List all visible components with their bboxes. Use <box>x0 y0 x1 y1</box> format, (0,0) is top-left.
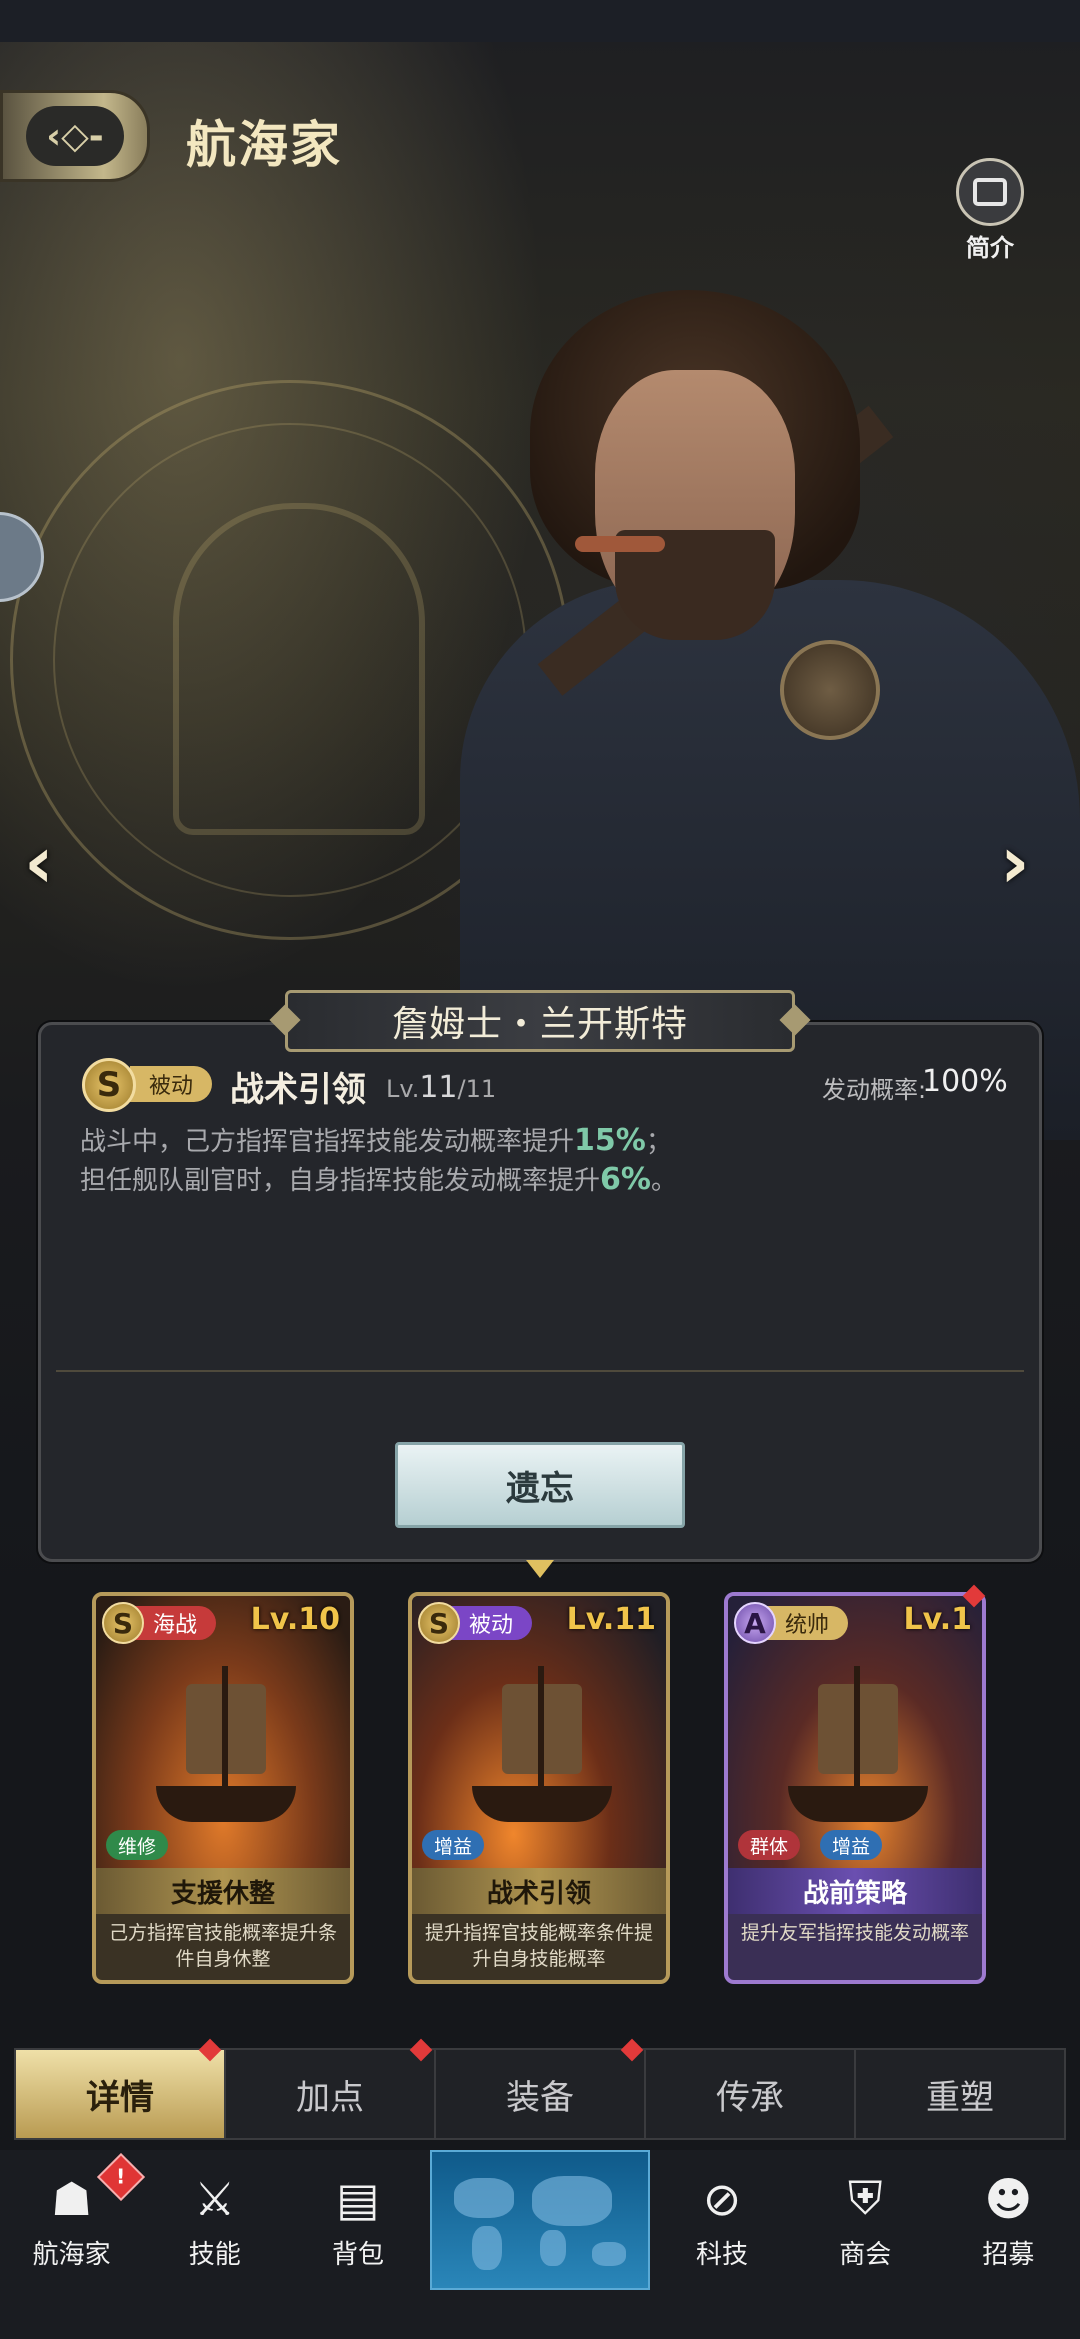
alert-badge-icon: ! <box>96 2152 146 2202</box>
intro-button[interactable]: 简介 <box>950 158 1030 263</box>
skill-grade-badge: S <box>82 1058 136 1112</box>
tab-details[interactable]: 详情 <box>16 2050 226 2138</box>
tab-reshape[interactable]: 重塑 <box>856 2050 1064 2138</box>
map-continent <box>539 2230 566 2266</box>
back-button[interactable]: ‹◇- <box>0 90 150 182</box>
card-level: Lv.11 <box>566 1602 656 1637</box>
trigger-rate-value: 100% <box>922 1064 1008 1099</box>
next-arrow-icon[interactable]: › <box>1000 820 1030 904</box>
bottom-navigation: ☗ 航海家 ! ⚔ 技能 ▤ 背包 ⊘ 科技 ⛨ 商会 ☻ 招募 <box>0 2150 1080 2339</box>
card-grade-badge: S <box>418 1602 460 1644</box>
map-continent <box>531 2176 612 2226</box>
card-skill-name: 战术引领 <box>412 1868 666 1914</box>
nav-world-map[interactable] <box>429 2150 651 2290</box>
card-description: 己方指挥官技能概率提升条件自身休整 <box>108 1922 337 1970</box>
card-tag: 增益 <box>422 1830 485 1860</box>
nav-label: 技能 <box>188 2239 241 2270</box>
nav-guild[interactable]: ⛨ 商会 <box>794 2150 937 2290</box>
map-continent <box>591 2242 626 2266</box>
nav-technology[interactable]: ⊘ 科技 <box>650 2150 793 2290</box>
level-max: /11 <box>457 1075 497 1103</box>
guild-shield-icon: ⛨ <box>847 2170 883 2225</box>
card-tag: 维修 <box>106 1830 169 1860</box>
desc-value: 6% <box>600 1162 651 1197</box>
card-type-badge: 被动 <box>450 1606 532 1640</box>
desc-text: ； <box>645 1127 672 1157</box>
desc-value: 15% <box>574 1123 646 1158</box>
nav-label: 背包 <box>332 2239 385 2270</box>
card-grade-badge: S <box>102 1602 144 1644</box>
card-description: 提升指挥官技能概率条件提升自身技能概率 <box>424 1922 653 1970</box>
recruit-icon: ☻ <box>984 2171 1033 2226</box>
card-grade-badge: A <box>734 1602 776 1644</box>
ship-illustration <box>788 1666 928 1826</box>
card-skill-name: 战前策略 <box>728 1868 982 1914</box>
tab-points[interactable]: 加点 <box>226 2050 436 2138</box>
nav-label: 招募 <box>982 2239 1035 2270</box>
desc-line-2: 担任舰队副官时，自身指挥技能发动概率提升6%。 <box>80 1161 1000 1200</box>
selected-card-pointer <box>526 1560 554 1578</box>
nav-skills[interactable]: ⚔ 技能 <box>143 2150 286 2290</box>
card-skill-name: 支援休整 <box>96 1868 350 1914</box>
skill-level: Lv.11/11 <box>386 1070 496 1105</box>
card-description: 提升友军指挥技能发动概率 <box>740 1922 969 1944</box>
portrait-medal <box>780 640 880 740</box>
skill-description: 战斗中，己方指挥官指挥技能发动概率提升15%； 担任舰队副官时，自身指挥技能发动… <box>80 1122 1000 1200</box>
skill-name: 战术引领 <box>230 1070 366 1110</box>
detail-tabs: 详情 加点 装备 传承 重塑 <box>14 2048 1066 2140</box>
desc-text: 担任舰队副官时，自身指挥技能发动概率提升 <box>80 1166 601 1196</box>
desc-text: 战斗中，己方指挥官指挥技能发动概率提升 <box>80 1127 575 1157</box>
card-level: Lv.10 <box>250 1602 340 1637</box>
intro-label: 简介 <box>966 234 1014 262</box>
hero-detail-screen: ‹◇- 航海家 简介 ‹ › 詹姆士・兰开斯特 S 被动 战术引领 Lv.11/… <box>0 0 1080 2339</box>
document-icon <box>956 158 1024 226</box>
nav-navigator[interactable]: ☗ 航海家 ! <box>0 2150 146 2290</box>
previous-arrow-icon[interactable]: ‹ <box>24 820 54 904</box>
commander-name-banner: 詹姆士・兰开斯特 <box>285 990 795 1052</box>
card-type-badge: 海战 <box>134 1606 216 1640</box>
card-tag: 增益 <box>820 1830 883 1860</box>
nav-label: 航海家 <box>32 2239 111 2270</box>
card-level: Lv.1 <box>903 1602 973 1637</box>
card-tag: 群体 <box>738 1830 801 1860</box>
ship-illustration <box>156 1666 296 1826</box>
nav-recruit[interactable]: ☻ 招募 <box>937 2150 1080 2290</box>
map-continent <box>453 2178 514 2218</box>
tech-icon: ⊘ <box>702 2171 742 2226</box>
level-current: 11 <box>419 1070 458 1105</box>
nav-label: 商会 <box>839 2239 892 2270</box>
forget-skill-button[interactable]: 遗忘 <box>395 1442 685 1528</box>
status-bar <box>0 0 1080 42</box>
popup-divider <box>56 1370 1024 1372</box>
card-type-badge: 统帅 <box>766 1606 848 1640</box>
nav-label: 科技 <box>696 2239 749 2270</box>
skill-card-selected[interactable]: S 被动 Lv.11 增益 战术引领 提升指挥官技能概率条件提升自身技能概率 <box>408 1592 670 1984</box>
desc-line-1: 战斗中，己方指挥官指挥技能发动概率提升15%； <box>80 1122 1000 1161</box>
trigger-rate-label: 发动概率: <box>822 1076 927 1104</box>
skill-card[interactable]: A 统帅 Lv.1 群体 增益 战前策略 提升友军指挥技能发动概率 <box>724 1592 986 1984</box>
ship-illustration <box>472 1666 612 1826</box>
back-arrow-icon: ‹◇- <box>26 106 124 166</box>
nav-backpack[interactable]: ▤ 背包 <box>286 2150 429 2290</box>
commander-name: 詹姆士・兰开斯特 <box>391 1004 688 1045</box>
portrait-cigar <box>575 536 665 552</box>
map-continent <box>471 2226 502 2270</box>
page-title: 航海家 <box>186 115 342 174</box>
skill-type-badge: 被动 <box>130 1066 212 1102</box>
captain-hat-icon: ☗ <box>50 2171 93 2226</box>
backpack-icon: ▤ <box>336 2171 380 2226</box>
desc-text: 。 <box>650 1166 677 1196</box>
tab-inheritance[interactable]: 传承 <box>646 2050 856 2138</box>
tab-equipment[interactable]: 装备 <box>436 2050 646 2138</box>
skill-card[interactable]: S 海战 Lv.10 维修 支援休整 己方指挥官技能概率提升条件自身休整 <box>92 1592 354 1984</box>
crossed-swords-icon: ⚔ <box>194 2171 236 2226</box>
level-prefix: Lv. <box>386 1075 420 1103</box>
